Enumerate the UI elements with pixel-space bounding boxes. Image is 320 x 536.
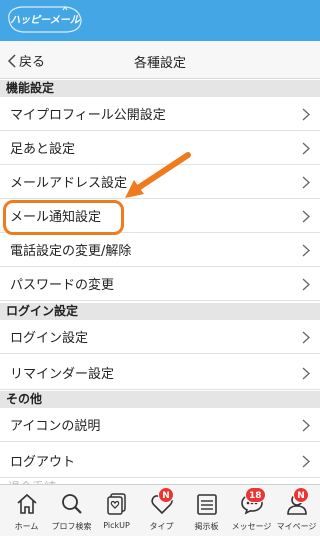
tab-pickup[interactable]: PickUP [94, 485, 139, 536]
notification-badge: N [158, 487, 174, 503]
app-header: ハッピーメール [0, 0, 320, 41]
tab-home[interactable]: ホーム [4, 485, 49, 536]
nav-bar: 戻る 各種設定 [0, 41, 320, 79]
pickup-icon [107, 493, 126, 515]
chevron-right-icon [302, 244, 310, 257]
tab-type[interactable]: N タイプ [139, 485, 184, 536]
chevron-right-icon [302, 331, 310, 344]
row-label: ログアウト [10, 455, 76, 470]
chevron-right-icon [302, 108, 310, 121]
chevron-right-icon [302, 367, 310, 380]
section-header-login: ログイン設定 [0, 303, 320, 320]
tab-board[interactable]: 掲示板 [184, 485, 229, 536]
row-label: リマインダー設定 [10, 367, 115, 382]
search-icon [62, 494, 82, 514]
chevron-right-icon [302, 176, 310, 189]
tab-label: マイページ [276, 522, 317, 531]
chevron-right-icon [302, 142, 310, 155]
notification-badge: N [293, 487, 309, 503]
settings-row-logout[interactable]: ログアウト [0, 444, 320, 478]
tab-mypage[interactable]: N マイページ [274, 485, 319, 536]
row-label: 電話設定の変更/解除 [10, 244, 132, 259]
chevron-right-icon [302, 455, 310, 468]
settings-row-icon-help[interactable]: アイコンの説明 [0, 408, 320, 442]
row-label: マイプロフィール公開設定 [10, 108, 166, 123]
page-title: 各種設定 [133, 56, 186, 71]
settings-row-profile-visibility[interactable]: マイプロフィール公開設定 [0, 97, 320, 131]
board-icon [197, 494, 217, 515]
settings-row-reminder[interactable]: リマインダー設定 [0, 356, 320, 390]
section-header-function: 機能設定 [0, 80, 320, 97]
row-label: ログイン設定 [10, 331, 89, 346]
notification-badge: 18 [245, 487, 266, 503]
row-label: パスワードの変更 [10, 278, 115, 293]
row-label: アイコンの説明 [10, 419, 101, 434]
home-icon [17, 493, 37, 514]
bottom-tab-bar: ホーム プロフ検索 PickUP N タイプ 掲示板 18 メッセージ N マイ… [0, 484, 320, 536]
chevron-right-icon [302, 419, 310, 432]
pointer-arrow-icon [125, 152, 191, 198]
tab-profile-search[interactable]: プロフ検索 [49, 485, 94, 536]
tab-messages[interactable]: 18 メッセージ [229, 485, 274, 536]
highlight-box [3, 200, 124, 235]
section-header-other: その他 [0, 391, 320, 408]
chevron-right-icon [302, 210, 310, 223]
brand-logo[interactable]: ハッピーメール [5, 3, 85, 37]
settings-row-password[interactable]: パスワードの変更 [0, 267, 320, 301]
settings-row-login[interactable]: ログイン設定 [0, 320, 320, 354]
settings-row-phone[interactable]: 電話設定の変更/解除 [0, 233, 320, 267]
chevron-right-icon [302, 278, 310, 291]
logo-text: ハッピーメール [10, 14, 81, 26]
